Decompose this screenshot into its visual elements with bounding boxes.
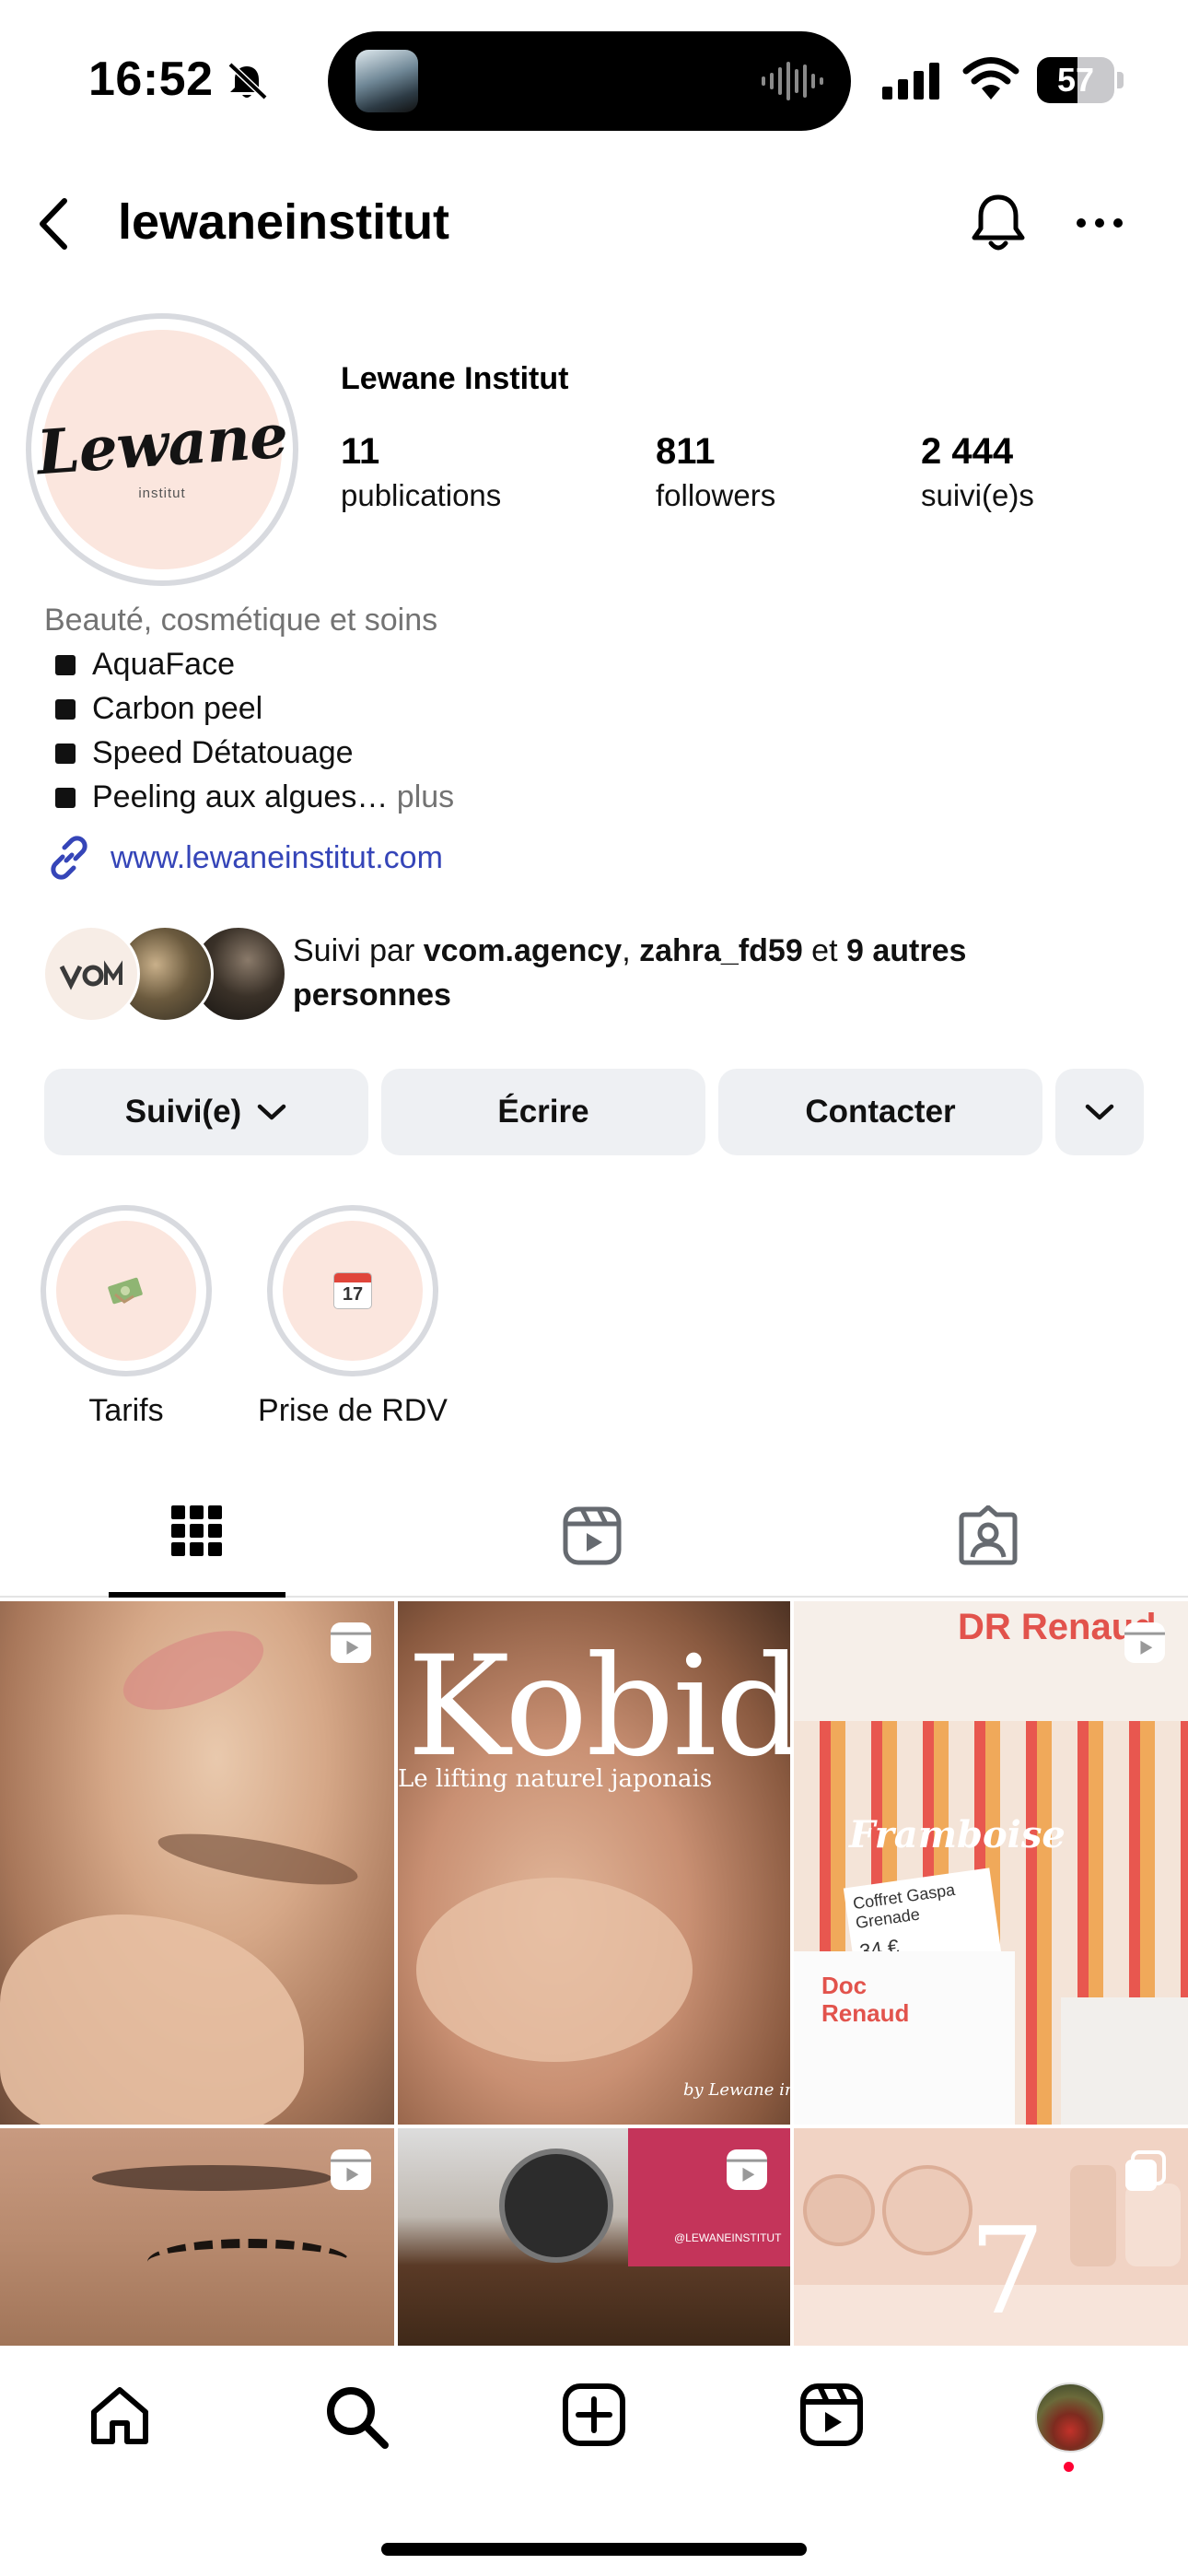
bio-line: Carbon peel [55,691,262,727]
highlight-tarifs[interactable] [41,1205,212,1376]
suggested-accounts-button[interactable] [1055,1069,1144,1155]
website-link[interactable]: www.lewaneinstitut.com [44,833,443,883]
home-icon[interactable] [87,2383,153,2449]
following-button-label: Suivi(e) [124,1094,242,1130]
post-brand-secondary-line: Renaud [821,1999,910,2027]
post-product: Framboise [849,1813,1066,1856]
post-brand-secondary-line: Doc [821,1972,868,1999]
money-icon [108,1277,143,1305]
vcom-logo-icon [59,960,122,990]
profile-avatar[interactable]: Lewane institut [26,313,298,586]
reels-icon[interactable] [562,1505,623,1566]
bottom-nav-bar [0,2346,1188,2576]
stat-followers-label: followers [656,478,776,512]
tagged-icon[interactable] [956,1505,1020,1566]
stat-posts-count: 11 [341,431,380,472]
calendar-icon: 17 [333,1272,372,1309]
post-thumbnail[interactable] [0,1601,394,2125]
chevron-down-icon [1085,1104,1114,1120]
create-post-icon[interactable] [562,2383,626,2447]
silent-mode-icon [227,62,268,100]
home-indicator[interactable] [381,2543,807,2556]
followed-by-text[interactable]: Suivi par vcom.agency, zahra_fd59 et 9 a… [293,929,1122,1017]
avatar-logo-text: Lewane [34,399,290,488]
followed-by-prefix: Suivi par [293,933,424,968]
bio-text: Peeling aux algues… [92,779,389,814]
bio-more-link[interactable]: plus [397,779,454,815]
post-thumbnail[interactable]: Kobido Le lifting naturel japonais by Le… [398,1601,790,2125]
reel-badge-icon [331,1622,371,1663]
wifi-icon [962,57,1019,100]
avatar-logo-subtext: institut [138,485,186,501]
reel-badge-icon [1124,1622,1165,1663]
post-thumbnail[interactable]: @LEWANEINSTITUT [398,2128,790,2349]
bullet-square-icon [55,654,76,675]
stat-following[interactable]: 2 444 suivi(e)s [921,431,1034,513]
bio-line: Speed Détatouage [55,735,354,771]
bullet-square-icon [55,743,76,764]
display-name: Lewane Institut [341,361,569,396]
battery-icon: 57 [1037,57,1124,103]
profile-username: lewaneinstitut [118,194,450,250]
status-time: 16:52 [88,53,214,106]
audio-waveform-icon [762,61,823,101]
stat-posts[interactable]: 11 publications [341,431,501,513]
dynamic-island[interactable] [328,31,851,131]
bullet-square-icon [55,787,76,808]
profile-avatar-nav[interactable] [1035,2383,1105,2453]
profile-category: Beauté, cosmétique et soins [44,603,438,638]
highlight-rdv[interactable]: 17 [267,1205,438,1376]
post-thumbnail[interactable] [0,2128,394,2349]
notification-dot [1064,2462,1074,2472]
website-url: www.lewaneinstitut.com [111,839,443,875]
stat-followers-count: 811 [656,431,716,472]
stat-followers[interactable]: 811 followers [656,431,775,513]
highlight-label: Tarifs [88,1393,164,1428]
followed-by-user: zahra_fd59 [639,933,803,968]
post-signature: by Lewane ins [683,2080,790,2100]
reels-nav-icon[interactable] [799,2383,864,2447]
reel-badge-icon [727,2149,767,2190]
post-watermark: @LEWANEINSTITUT [674,2231,782,2244]
follower-avatar[interactable] [42,925,140,1023]
followed-by-separator: , [622,933,640,968]
carousel-icon [1125,2150,1166,2191]
contact-button[interactable]: Contacter [718,1069,1042,1155]
following-button[interactable]: Suivi(e) [44,1069,368,1155]
chevron-down-icon [257,1104,286,1120]
now-playing-artwork [355,50,418,112]
post-subtitle: Le lifting naturel japonais [398,1765,713,1793]
search-icon[interactable] [322,2383,390,2451]
followed-by-conjunction: et [802,933,846,968]
bullet-square-icon [55,698,76,720]
stat-following-label: suivi(e)s [921,478,1034,512]
message-button[interactable]: Écrire [381,1069,705,1155]
bio-text: Speed Détatouage [92,735,354,770]
cellular-signal-icon [882,63,939,100]
calendar-day: 17 [342,1284,364,1305]
post-thumbnail[interactable]: DR Renaud Framboise Coffret Gaspa Grenad… [794,1601,1188,2125]
bio-text: Carbon peel [92,691,263,726]
more-options-icon[interactable] [1074,212,1125,234]
highlight-label: Prise de RDV [258,1393,448,1428]
grid-icon[interactable] [171,1505,223,1557]
stat-following-count: 2 444 [921,431,1014,472]
post-title: Kobido [407,1627,790,1787]
stat-posts-label: publications [341,478,502,512]
bio-line: AquaFace [55,647,235,683]
battery-level: 57 [1056,61,1095,99]
post-brand-secondary: Doc Renaud [821,1972,909,2027]
notification-bell-icon[interactable] [967,190,1030,256]
post-thumbnail[interactable]: 7 [794,2128,1188,2349]
active-tab-indicator [109,1592,285,1598]
post-number: 7 [969,2201,1045,2341]
reel-badge-icon [331,2149,371,2190]
link-icon [51,836,87,880]
bio-text: AquaFace [92,647,235,682]
followed-by-user: vcom.agency [423,933,623,968]
bio-line: Peeling aux algues… plus [55,779,454,815]
back-arrow-icon[interactable] [33,195,74,252]
